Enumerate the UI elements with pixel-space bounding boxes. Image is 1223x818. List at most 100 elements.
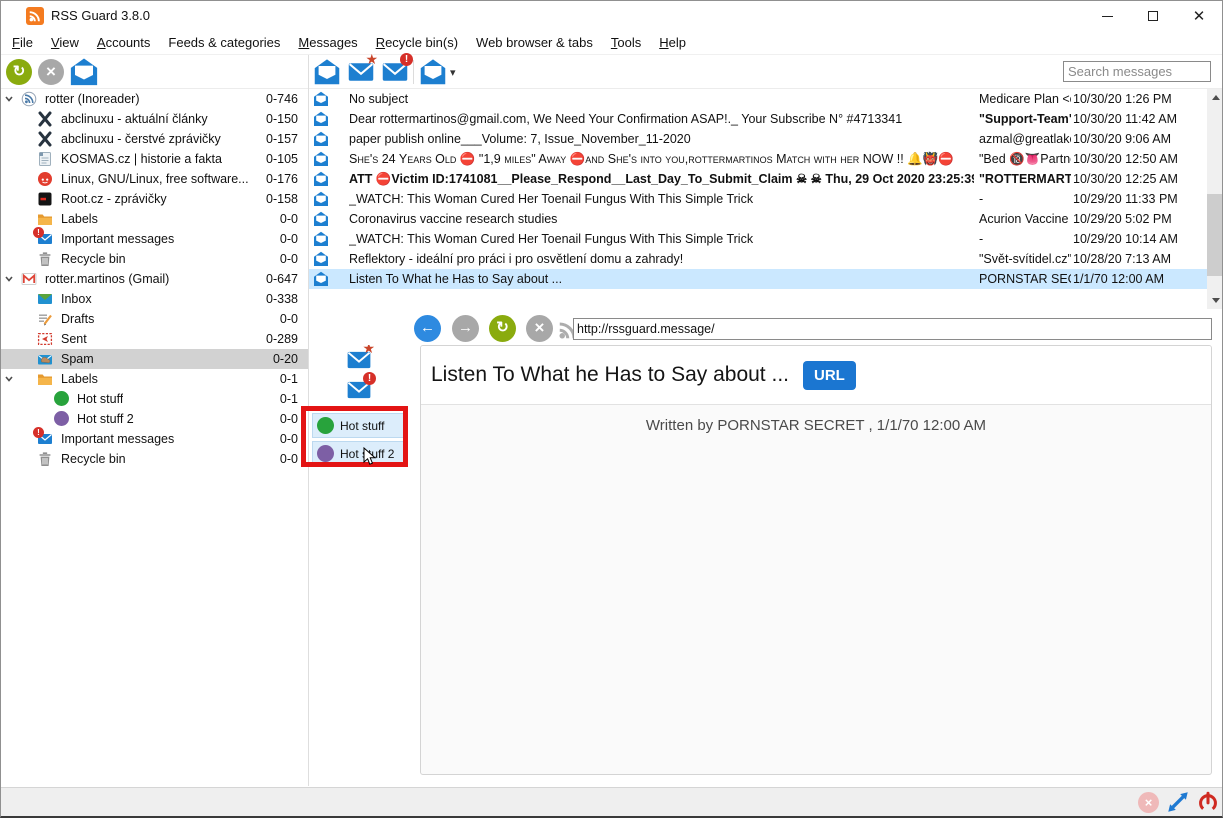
menu-item[interactable]: Accounts: [88, 31, 159, 54]
mail-icon: [313, 111, 329, 127]
message-row[interactable]: Dear rottermartinos@gmail.com, We Need Y…: [309, 109, 1223, 129]
chevron-down-icon[interactable]: [4, 274, 14, 284]
feed-icon: [37, 191, 53, 207]
feed-row[interactable]: KOSMAS.cz | historie a fakta 0-105: [1, 149, 308, 169]
feed-row[interactable]: abclinuxu - aktuální články 0-150: [1, 109, 308, 129]
feed-label: Recycle bin: [61, 252, 126, 266]
message-row[interactable]: paper publish online___Volume: 7, Issue_…: [309, 129, 1223, 149]
feed-label: Important messages: [61, 432, 174, 446]
toggle-unread-button[interactable]: [346, 377, 372, 408]
feed-label: rotter (Inoreader): [45, 92, 139, 106]
feed-icon: [37, 291, 53, 307]
menu-item[interactable]: File: [3, 31, 42, 54]
feed-count: 0-150: [266, 112, 308, 126]
feed-row[interactable]: Spam 0-20: [1, 349, 308, 369]
scrollbar-thumb[interactable]: [1207, 194, 1223, 276]
feed-count: 0-157: [266, 132, 308, 146]
feed-icon: [21, 91, 37, 107]
menu-item[interactable]: View: [42, 31, 88, 54]
open-url-button[interactable]: URL: [803, 361, 856, 390]
mark-message-read-button[interactable]: [313, 58, 341, 86]
menu-item[interactable]: Messages: [289, 31, 366, 54]
message-row[interactable]: _WATCH: This Woman Cured Her Toenail Fun…: [309, 229, 1223, 249]
message-date: 10/30/20 12:50 AM: [1073, 149, 1207, 169]
message-row[interactable]: _WATCH: This Woman Cured Her Toenail Fun…: [309, 189, 1223, 209]
feed-row[interactable]: Recycle bin 0-0: [1, 449, 308, 469]
menu-item[interactable]: Feeds & categories: [159, 31, 289, 54]
menu-item[interactable]: Help: [650, 31, 695, 54]
feed-row[interactable]: Linux, GNU/Linux, free software... 0-176: [1, 169, 308, 189]
menu-item[interactable]: Recycle bin(s): [367, 31, 467, 54]
mark-important-button[interactable]: [347, 58, 375, 86]
message-row[interactable]: Listen To What he Has to Say about ... P…: [309, 269, 1223, 289]
message-row[interactable]: Coronavirus vaccine research studies Acu…: [309, 209, 1223, 229]
feed-row[interactable]: ! Important messages 0-0: [1, 429, 308, 449]
mark-feed-read-button[interactable]: [69, 57, 99, 87]
quit-icon[interactable]: [1197, 791, 1219, 818]
feed-count: 0-1: [280, 392, 308, 406]
message-row[interactable]: No subject Medicare Plan <e... 10/30/20 …: [309, 89, 1223, 109]
forward-button[interactable]: [452, 315, 479, 342]
fullscreen-icon[interactable]: [1167, 791, 1189, 818]
status-bar: [1, 787, 1222, 817]
message-row[interactable]: She's 24 Years Old ⛔ "1,9 miles" Away ⛔a…: [309, 149, 1223, 169]
feed-row[interactable]: Hot stuff 0-1: [1, 389, 308, 409]
message-row[interactable]: ATT ⛔Victim ID:1741081__Please_Respond__…: [309, 169, 1223, 189]
chevron-down-icon[interactable]: [4, 374, 14, 384]
message-actions-dropdown[interactable]: [419, 58, 447, 86]
menu-item[interactable]: Web browser & tabs: [467, 31, 602, 54]
message-subject: paper publish online___Volume: 7, Issue_…: [349, 129, 974, 149]
feed-icon: [37, 131, 53, 147]
feed-row[interactable]: abclinuxu - čerstvé zprávičky 0-157: [1, 129, 308, 149]
feed-row[interactable]: Hot stuff 2 0-0: [1, 409, 308, 429]
menu-bar: FileViewAccountsFeeds & categoriesMessag…: [1, 31, 1222, 55]
message-list-scrollbar[interactable]: [1207, 89, 1223, 309]
feed-count: 0-338: [266, 292, 308, 306]
message-author: Medicare Plan <e...: [979, 89, 1071, 109]
feed-row[interactable]: Labels 0-0: [1, 209, 308, 229]
annotation-highlight-box: [301, 406, 408, 467]
back-button[interactable]: [414, 315, 441, 342]
feed-label: Hot stuff 2: [77, 412, 134, 426]
refresh-all-button[interactable]: [6, 59, 32, 85]
mark-unread-button[interactable]: [381, 58, 409, 86]
search-input[interactable]: [1063, 61, 1211, 82]
message-date: 10/28/20 7:13 AM: [1073, 249, 1207, 269]
message-author: "Support-Team" ...: [979, 109, 1071, 129]
message-subject: Listen To What he Has to Say about ...: [349, 269, 974, 289]
url-input[interactable]: [573, 318, 1212, 340]
message-date: 10/30/20 9:06 AM: [1073, 129, 1207, 149]
close-button[interactable]: [1176, 1, 1222, 31]
stop-refresh-button[interactable]: [38, 59, 64, 85]
feed-count: 0-20: [273, 352, 308, 366]
reload-button[interactable]: [489, 315, 516, 342]
feed-row[interactable]: rotter (Inoreader) 0-746: [1, 89, 308, 109]
feed-count: 0-0: [280, 212, 308, 226]
feed-row[interactable]: Root.cz - zprávičky 0-158: [1, 189, 308, 209]
message-preview-pane: Hot stuff Hot stuff 2 Listen To What he …: [309, 309, 1223, 786]
scroll-down-button[interactable]: [1207, 292, 1223, 309]
message-author: Acurion Vaccine S...: [979, 209, 1071, 229]
feed-count: 0-176: [266, 172, 308, 186]
scroll-up-button[interactable]: [1207, 89, 1223, 106]
feed-icon: [37, 351, 53, 367]
feed-count: 0-0: [280, 312, 308, 326]
dropdown-caret-icon[interactable]: [450, 63, 456, 81]
menu-item[interactable]: Tools: [602, 31, 650, 54]
mail-icon: [313, 211, 329, 227]
stop-button[interactable]: [526, 315, 553, 342]
feed-icon: !: [37, 231, 53, 247]
feed-row[interactable]: Recycle bin 0-0: [1, 249, 308, 269]
minimize-button[interactable]: [1084, 1, 1130, 31]
feed-row[interactable]: Labels 0-1: [1, 369, 308, 389]
maximize-button[interactable]: [1130, 1, 1176, 31]
message-row[interactable]: Reflektory - ideální pro práci i pro osv…: [309, 249, 1223, 269]
feed-row[interactable]: rotter.martinos (Gmail) 0-647: [1, 269, 308, 289]
feed-icon: [37, 451, 53, 467]
feed-row[interactable]: Drafts 0-0: [1, 309, 308, 329]
feed-row[interactable]: Inbox 0-338: [1, 289, 308, 309]
feed-row[interactable]: ! Important messages 0-0: [1, 229, 308, 249]
message-author: "Bed 🔞👅Partne...: [979, 149, 1071, 169]
feed-row[interactable]: Sent 0-289: [1, 329, 308, 349]
chevron-down-icon[interactable]: [4, 94, 14, 104]
